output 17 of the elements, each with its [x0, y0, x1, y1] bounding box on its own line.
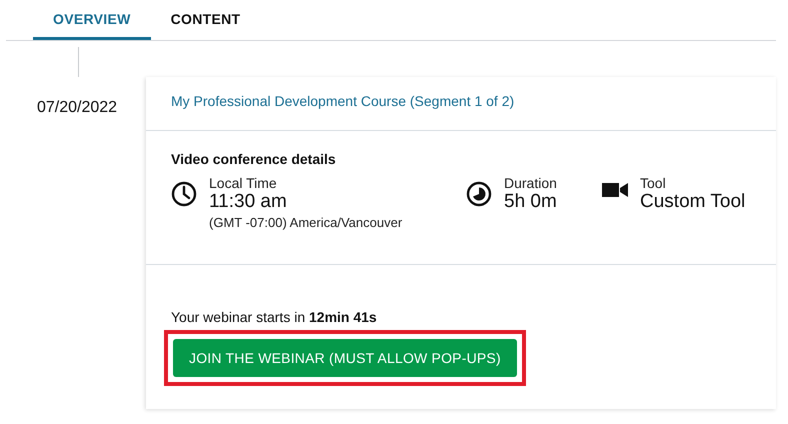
detail-value: Custom Tool	[640, 191, 746, 212]
detail-label: Tool	[640, 175, 666, 191]
join-webinar-button[interactable]: JOIN THE WEBINAR (MUST ALLOW POP-UPS)	[173, 339, 517, 377]
detail-label: Duration	[504, 175, 557, 191]
tab[interactable]: OVERVIEW	[33, 0, 151, 40]
detail-label: Local Time	[209, 175, 277, 191]
details-heading: Video conference details	[171, 151, 337, 167]
pie-chart-icon	[466, 181, 492, 207]
countdown-text: Your webinar starts in 12min 41s	[171, 309, 377, 325]
clock-icon	[171, 181, 197, 207]
detail-value: 5h 0m	[504, 191, 557, 212]
timezone-text: (GMT -07:00) America/Vancouver	[209, 215, 402, 230]
detail-value: 11:30 am	[209, 191, 287, 212]
video-camera-icon	[602, 181, 628, 199]
course-title-link[interactable]: My Professional Development Course (Segment 1 of 2)	[171, 93, 514, 109]
tab[interactable]: CONTENT	[150, 0, 260, 40]
session-date: 07/20/2022	[37, 99, 118, 117]
